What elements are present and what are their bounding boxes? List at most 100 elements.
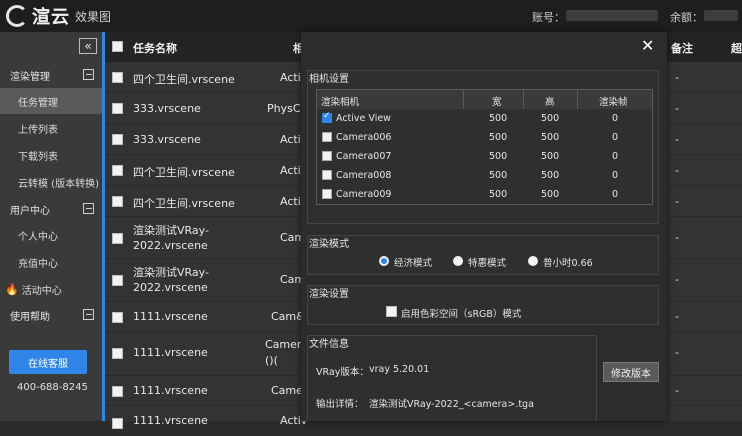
row-checkbox[interactable] [112, 196, 123, 207]
camera-height: 500 [541, 170, 560, 181]
online-service-button[interactable]: 在线客服 [9, 350, 87, 374]
camera-height: 500 [541, 113, 560, 124]
camera-checkbox[interactable] [322, 151, 332, 161]
sidebar-item-label: 上传列表 [18, 124, 58, 136]
collapse-section-icon[interactable] [83, 69, 94, 80]
row-checkbox[interactable] [112, 348, 123, 359]
vray-version-value: vray 5.20.01 [369, 364, 430, 375]
task-name: 1111.vrscene [133, 310, 208, 323]
camera-checkbox[interactable] [322, 170, 332, 180]
camera-row[interactable]: Active View 500 500 0 [317, 109, 652, 128]
account-label: 账号： [532, 11, 565, 24]
camera-name: Active View [336, 113, 391, 124]
sidebar-item-events[interactable]: 🔥 活动中心 [0, 276, 102, 302]
radio-hourly[interactable] [528, 256, 538, 266]
row-checkbox[interactable] [112, 134, 123, 145]
camera-width: 500 [489, 170, 508, 181]
camera-table-header: 渲染相机 宽 高 渲染帧 [317, 90, 652, 109]
camera-checkbox[interactable] [322, 189, 332, 199]
collapse-section-icon[interactable] [83, 203, 94, 214]
modify-version-button[interactable]: 修改版本 [603, 362, 659, 382]
row-checkbox[interactable] [112, 386, 123, 397]
row-checkbox[interactable] [112, 233, 123, 244]
column-header-more[interactable]: 超 [731, 40, 742, 56]
sidebar-item-label: 云转模 (版本转换) [18, 178, 99, 190]
radio-hourly-label: 普小时0.66 [543, 258, 593, 269]
file-info-title: 文件信息 [309, 339, 349, 350]
task-name: 1111.vrscene [133, 384, 208, 397]
camera-row[interactable]: Camera008 500 500 0 [317, 166, 652, 185]
collapse-sidebar-button[interactable]: « [79, 38, 97, 54]
camera-width: 500 [489, 132, 508, 143]
row-checkbox[interactable] [112, 103, 123, 114]
row-checkbox[interactable] [112, 312, 123, 323]
logo-text: 渲云 [32, 7, 70, 28]
camera-frame: 0 [612, 132, 619, 143]
output-value: 渲染测试VRay-2022_<camera>.tga [369, 399, 534, 410]
task-name: 333.vrscene [133, 133, 201, 146]
row-checkbox[interactable] [112, 165, 123, 176]
logo-subtitle: 效果图 [75, 9, 112, 24]
row-checkbox[interactable] [112, 418, 123, 429]
sidebar-item-tasks[interactable]: 任务管理 [0, 88, 102, 114]
sidebar-item-label: 个人中心 [18, 231, 58, 243]
top-bar: 渲云 效果图 账号： 余额： [0, 0, 742, 32]
sidebar-section-render[interactable]: 渲染管理 [0, 62, 102, 88]
camera-settings-dialog: ✕ 相机设置 渲染相机 宽 高 渲染帧 Active View 500 500 … [301, 32, 667, 421]
task-name: 四个卫生间.vrscene [133, 73, 235, 86]
render-mode-title: 渲染模式 [309, 239, 349, 250]
camera-height: 500 [541, 132, 560, 143]
logo: 渲云 效果图 [6, 3, 111, 29]
phone-number: 400-688-8245 [17, 382, 88, 393]
sidebar-item-profile[interactable]: 个人中心 [0, 222, 102, 248]
sidebar-item-label: 下载列表 [18, 151, 58, 163]
color-space-checkbox[interactable] [386, 306, 397, 317]
collapse-section-icon[interactable] [83, 309, 94, 320]
camera-name: Camera008 [336, 170, 392, 181]
remark-cell: - [675, 195, 679, 208]
camera-frame: 0 [612, 113, 619, 124]
task-name: 四个卫生间.vrscene [133, 197, 235, 210]
select-all-checkbox[interactable] [112, 41, 123, 52]
row-checkbox[interactable] [112, 275, 123, 286]
camera-row[interactable]: Camera007 500 500 0 [317, 147, 652, 166]
divider [523, 90, 524, 109]
radio-economy-label: 经济模式 [394, 258, 433, 269]
camera-checkbox[interactable] [322, 111, 332, 123]
task-name: 1111.vrscene [133, 346, 208, 359]
camera-row[interactable]: Camera009 500 500 0 [317, 185, 652, 204]
sidebar-item-label: 活动中心 [21, 285, 62, 297]
sidebar-section-user[interactable]: 用户中心 [0, 196, 102, 222]
row-checkbox[interactable] [112, 72, 123, 83]
remark-cell: - [675, 133, 679, 146]
camera-name: Camera006 [336, 132, 392, 143]
sidebar-item-recharge[interactable]: 充值中心 [0, 249, 102, 275]
radio-discount[interactable] [453, 256, 463, 266]
column-header-name[interactable]: 任务名称 [133, 40, 177, 56]
balance-label: 余额： [670, 11, 703, 24]
sidebar-item-convert[interactable]: 云转模 (版本转换) [0, 169, 102, 195]
remark-cell: - [675, 164, 679, 177]
remark-cell: - [675, 231, 679, 244]
column-header-remark[interactable]: 备注 [671, 40, 693, 56]
camera-name: Camera009 [336, 189, 392, 200]
camera-height: 500 [541, 151, 560, 162]
color-space-label: 启用色彩空间（sRGB）模式 [401, 309, 522, 320]
radio-discount-label: 特惠模式 [468, 258, 507, 269]
sidebar-section-help[interactable]: 使用帮助 [0, 302, 102, 328]
task-name: 渲染测试VRay-2022.vrscene [133, 266, 209, 294]
remark-cell: - [675, 102, 679, 115]
task-name: 渲染测试VRay-2022.vrscene [133, 224, 209, 252]
close-icon[interactable]: ✕ [641, 36, 654, 55]
remark-cell: - [675, 346, 679, 359]
camera-row[interactable]: Camera006 500 500 0 [317, 128, 652, 147]
sidebar-item-upload[interactable]: 上传列表 [0, 115, 102, 141]
sidebar-section-label: 用户中心 [10, 205, 50, 217]
balance-value-redacted [704, 10, 738, 21]
radio-economy[interactable] [379, 256, 389, 266]
sidebar-item-download[interactable]: 下载列表 [0, 142, 102, 168]
camera-height: 500 [541, 189, 560, 200]
camera-checkbox[interactable] [322, 132, 332, 142]
task-name: 333.vrscene [133, 102, 201, 115]
camera-header: 渲染相机 [321, 97, 360, 108]
